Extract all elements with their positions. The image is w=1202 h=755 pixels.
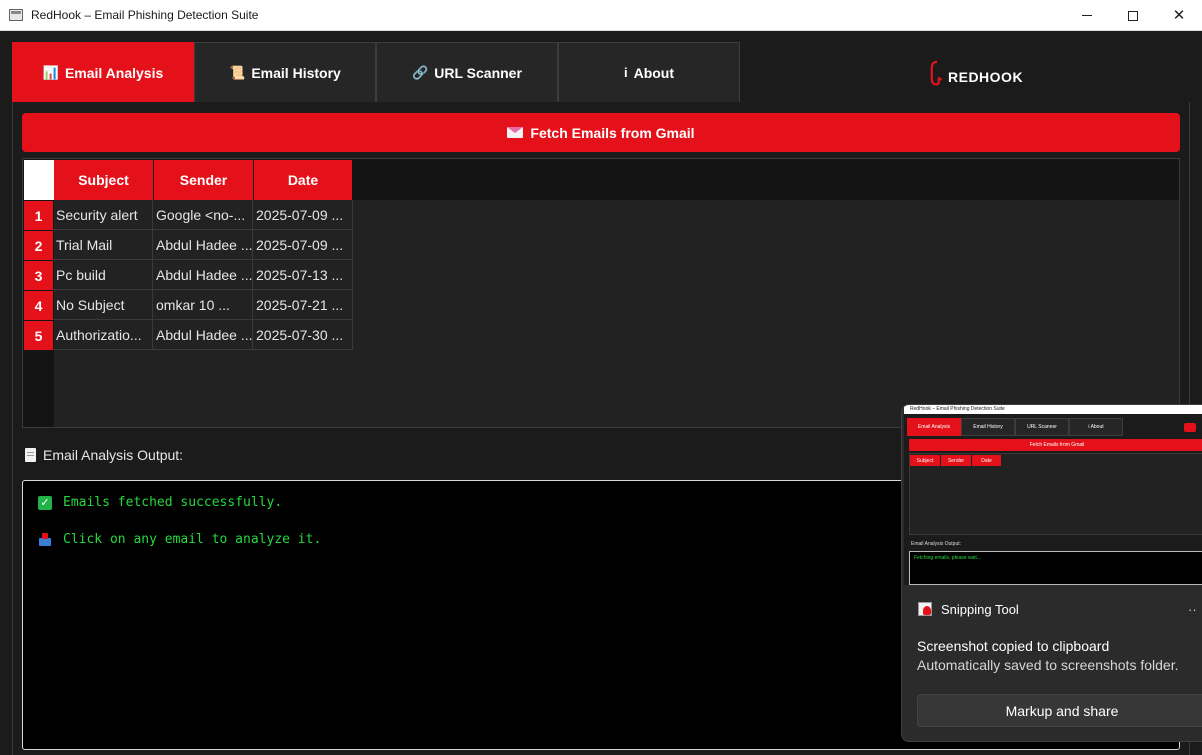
document-icon [25, 448, 36, 462]
minimize-icon [1082, 15, 1092, 16]
row-number[interactable]: 2 [24, 231, 53, 260]
cell-date[interactable]: 2025-07-13 ... [253, 260, 353, 290]
more-options-icon[interactable]: ·· [1188, 602, 1197, 617]
scroll-icon: 📜 [229, 64, 246, 80]
tab-email-analysis[interactable]: 📊 Email Analysis [12, 42, 194, 103]
close-icon: ✕ [1172, 7, 1186, 24]
cell-subject[interactable]: Security alert [53, 200, 153, 230]
column-header-sender[interactable]: Sender [154, 160, 253, 200]
output-line: ✓ Emails fetched successfully. [38, 495, 282, 510]
thumbnail-fetch-button: Fetch Emails from Gmail [909, 439, 1202, 451]
toast-app-label: Snipping Tool [941, 601, 1019, 617]
tab-email-history[interactable]: 📜 Email History [194, 42, 376, 103]
cell-date[interactable]: 2025-07-30 ... [253, 320, 353, 350]
brand-logo: REDHOOK [930, 57, 1023, 91]
cell-sender[interactable]: Abdul Hadee ... [153, 320, 253, 350]
thumbnail-tab: URL Scanner [1015, 418, 1069, 436]
column-header-date[interactable]: Date [254, 160, 352, 200]
tab-label: Email Analysis [64, 64, 164, 81]
row-number[interactable]: 4 [24, 291, 53, 320]
cell-date[interactable]: 2025-07-21 ... [253, 290, 353, 320]
cell-date[interactable]: 2025-07-09 ... [253, 200, 353, 230]
check-icon: ✓ [38, 495, 52, 510]
output-section-label: Email Analysis Output: [25, 446, 183, 464]
cell-sender[interactable]: Abdul Hadee ... [153, 260, 253, 290]
toast-title: Screenshot copied to clipboard [917, 638, 1110, 654]
thumbnail-output-box: Fetching emails, please wait... [909, 551, 1202, 585]
title-bar: RedHook – Email Phishing Detection Suite… [0, 0, 1202, 31]
email-table[interactable]: Subject Sender Date 1 Security alert Goo… [22, 158, 1180, 428]
cell-subject[interactable]: No Subject [53, 290, 153, 320]
inbox-icon [38, 532, 52, 547]
fetch-emails-label: Fetch Emails from Gmail [530, 124, 695, 141]
output-line-text: Emails fetched successfully. [63, 495, 283, 510]
link-icon: 🔗 [412, 64, 429, 80]
hook-icon [930, 60, 943, 86]
thumbnail-tab: i About [1069, 418, 1123, 436]
output-line-text: Click on any email to analyze it. [63, 532, 322, 547]
tab-label: Email History [251, 64, 341, 81]
thumbnail-output-text: Fetching emails, please wait... [914, 555, 981, 561]
tab-label: URL Scanner [434, 64, 522, 81]
cell-subject[interactable]: Trial Mail [53, 230, 153, 260]
cell-sender[interactable]: omkar 10 ... [153, 290, 253, 320]
snipping-tool-notification[interactable]: RedHook – Email Phishing Detection Suite… [901, 404, 1202, 742]
fetch-emails-button[interactable]: Fetch Emails from Gmail [22, 113, 1180, 152]
row-number[interactable]: 1 [24, 201, 53, 230]
maximize-button[interactable] [1110, 0, 1156, 31]
row-number[interactable]: 3 [24, 261, 53, 290]
brand-name: REDHOOK [948, 69, 1024, 85]
tab-url-scanner[interactable]: 🔗 URL Scanner [376, 42, 558, 103]
markup-and-share-button[interactable]: Markup and share [917, 694, 1202, 727]
tab-about[interactable]: i About [558, 42, 740, 103]
output-label-text: Email Analysis Output: [43, 447, 184, 463]
toast-app-name: Snipping Tool [917, 601, 1019, 617]
cell-sender[interactable]: Google <no-... [153, 200, 253, 230]
tab-label: About [633, 64, 675, 81]
snipping-tool-icon [917, 601, 933, 617]
info-icon: i [623, 65, 628, 80]
column-header-subject[interactable]: Subject [54, 160, 153, 200]
cell-sender[interactable]: Abdul Hadee ... [153, 230, 253, 260]
cell-subject[interactable]: Pc build [53, 260, 153, 290]
screenshot-thumbnail[interactable]: RedHook – Email Phishing Detection Suite… [904, 405, 1202, 585]
table-corner-button[interactable] [24, 160, 54, 200]
maximize-icon [1128, 10, 1138, 21]
thumbnail-title: RedHook – Email Phishing Detection Suite [910, 406, 1005, 412]
thumbnail-column-header: Subject [910, 455, 940, 466]
thumbnail-tab: Email Analysis [907, 418, 961, 436]
thumbnail-column-header: Date [972, 455, 1001, 466]
thumbnail-title-bar: RedHook – Email Phishing Detection Suite [904, 405, 1202, 414]
thumbnail-tab: Email History [961, 418, 1015, 436]
chart-icon: 📊 [42, 64, 59, 80]
close-button[interactable]: ✕ [1156, 0, 1202, 31]
envelope-icon [507, 127, 524, 138]
thumbnail-output-label: Email Analysis Output: [911, 541, 962, 547]
cell-date[interactable]: 2025-07-09 ... [253, 230, 353, 260]
output-line: Click on any email to analyze it. [38, 532, 321, 547]
app-icon [9, 9, 23, 21]
row-number[interactable]: 5 [24, 321, 53, 350]
cell-subject[interactable]: Authorizatio... [53, 320, 153, 350]
thumbnail-table: Subject Sender Date [909, 453, 1202, 535]
toast-body: Automatically saved to screenshots folde… [917, 657, 1179, 673]
thumbnail-brand-icon [1184, 423, 1196, 432]
window-title: RedHook – Email Phishing Detection Suite [31, 8, 259, 22]
app-window: RedHook – Email Phishing Detection Suite… [0, 0, 1202, 755]
thumbnail-column-header: Sender [941, 455, 971, 466]
minimize-button[interactable] [1064, 0, 1110, 31]
